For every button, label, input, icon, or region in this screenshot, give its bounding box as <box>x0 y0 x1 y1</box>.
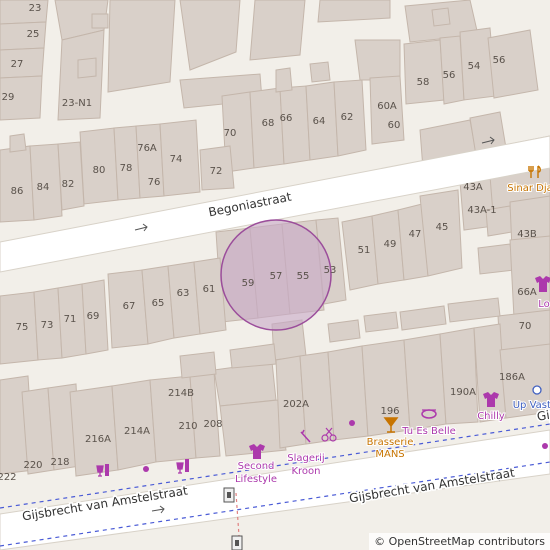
house-number: 220 <box>23 460 42 471</box>
house-number: 62 <box>341 112 354 123</box>
house-number: 29 <box>2 92 15 103</box>
house-number: 54 <box>468 61 481 72</box>
house-number: 57 <box>270 271 283 282</box>
house-number: 56 <box>443 70 456 81</box>
house-number: 23 <box>29 3 42 14</box>
house-number: 78 <box>120 163 133 174</box>
house-number: 190A <box>450 387 476 398</box>
house-number: 210 <box>178 421 197 432</box>
house-number: 51 <box>358 245 371 256</box>
map-canvas[interactable]: Begoniastraat Gijsbrecht van Amstelstraa… <box>0 0 550 550</box>
house-number: 70 <box>519 321 532 332</box>
tram-stop-icon[interactable] <box>223 487 235 503</box>
house-number: 84 <box>37 182 50 193</box>
house-number: 196 <box>380 406 399 417</box>
house-number: 186A <box>499 372 525 383</box>
house-number: 218 <box>50 457 69 468</box>
house-number: 65 <box>152 298 165 309</box>
poi-label-brasserie: Brasserie <box>367 437 414 448</box>
house-number: 208 <box>203 419 222 430</box>
poi-label-chilly: Chilly <box>477 411 505 422</box>
poi-label-tu-es-belle: Tu Es Belle <box>401 426 456 437</box>
house-number: 66A <box>517 287 537 298</box>
house-number: 80 <box>93 165 106 176</box>
house-number: 55 <box>297 271 310 282</box>
house-number: 64 <box>313 116 326 127</box>
house-number: 222 <box>0 472 17 483</box>
house-number: 76 <box>148 177 161 188</box>
poi-label-mans: MANS <box>375 449 404 460</box>
house-number: 59 <box>242 278 255 289</box>
poi-label-lo: Lo <box>538 299 550 310</box>
house-number: 47 <box>409 229 422 240</box>
house-number: 43A-1 <box>467 205 496 216</box>
house-number: 86 <box>11 186 24 197</box>
poi-label-kroon: Kroon <box>291 466 320 477</box>
house-number: 73 <box>41 320 54 331</box>
house-number: 60 <box>388 120 401 131</box>
house-number: 61 <box>203 284 216 295</box>
house-number: 58 <box>417 77 430 88</box>
house-number: 43A <box>463 182 483 193</box>
house-number: 67 <box>123 301 136 312</box>
house-number: 43B <box>517 229 537 240</box>
house-number: 216A <box>85 434 111 445</box>
poi-label-slagerij: Slagerij <box>287 453 324 464</box>
poi-label-sinar-dja: Sinar Dja <box>507 183 550 194</box>
shop-dot-icon[interactable] <box>143 466 149 472</box>
house-number: 75 <box>16 322 29 333</box>
house-number: 25 <box>27 29 40 40</box>
house-number: 214B <box>168 388 194 399</box>
shop-icon[interactable] <box>532 385 542 395</box>
shop-dot-icon[interactable] <box>349 420 355 426</box>
poi-label-second: Second <box>238 461 275 472</box>
house-number: 76A <box>137 143 157 154</box>
house-number: 74 <box>170 154 183 165</box>
poi-label-lifestyle: Lifestyle <box>235 474 277 485</box>
poi-label-up-vastg: Up Vastg <box>513 400 550 411</box>
house-number: 202A <box>283 399 309 410</box>
house-number: 56 <box>493 55 506 66</box>
house-number: 27 <box>11 59 24 70</box>
tram-stop-icon[interactable] <box>231 535 243 550</box>
house-number: 49 <box>384 239 397 250</box>
map-view[interactable]: Begoniastraat Gijsbrecht van Amstelstraa… <box>0 0 550 550</box>
house-number: 68 <box>262 118 275 129</box>
house-number: 82 <box>62 179 75 190</box>
house-number: 45 <box>436 222 449 233</box>
house-number: 53 <box>324 265 337 276</box>
house-number: 63 <box>177 288 190 299</box>
house-number: 66 <box>280 113 293 124</box>
map-attribution[interactable]: © OpenStreetMap contributors <box>369 533 550 550</box>
house-number: 69 <box>87 311 100 322</box>
house-number: 71 <box>64 314 77 325</box>
house-number: 72 <box>210 166 223 177</box>
house-number: 60A <box>377 101 397 112</box>
shop-dot-icon[interactable] <box>542 443 548 449</box>
house-number: 214A <box>124 426 150 437</box>
house-number: 70 <box>224 128 237 139</box>
house-number: 23-N1 <box>62 98 92 109</box>
